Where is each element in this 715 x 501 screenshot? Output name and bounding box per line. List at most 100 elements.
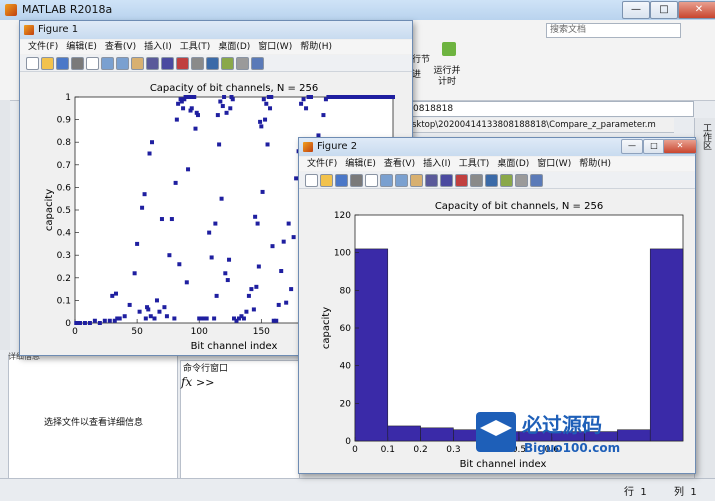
menu-item-0[interactable]: 文件(F) (28, 40, 58, 54)
command-prompt[interactable]: >> (196, 376, 214, 389)
scatter-point (97, 321, 102, 325)
open-icon[interactable] (41, 57, 54, 70)
legend-icon[interactable] (221, 57, 234, 70)
pan-icon[interactable] (131, 57, 144, 70)
editor-file-tab[interactable]: sktop\20200414133808188818\Compare_z_par… (410, 118, 674, 133)
figure-1-toolbar (20, 55, 412, 72)
status-col: 列 1 (674, 483, 697, 498)
menu-item-1[interactable]: 编辑(E) (345, 157, 376, 171)
zoom-out-icon[interactable] (116, 57, 129, 70)
figure-2-title: Figure 2 (317, 141, 358, 152)
menu-item-6[interactable]: 窗口(W) (258, 40, 292, 54)
rotate-icon[interactable] (146, 57, 159, 70)
new-file-icon[interactable] (26, 57, 39, 70)
figure-2-close-button[interactable]: ✕ (663, 139, 697, 154)
hide-tools-icon[interactable] (515, 174, 528, 187)
menu-item-4[interactable]: 工具(T) (180, 40, 211, 54)
scatter-point (143, 316, 148, 321)
scatter-point (253, 214, 258, 219)
pan-icon[interactable] (410, 174, 423, 187)
figure-2-title-bar[interactable]: Figure 2 — □ ✕ (299, 138, 697, 156)
y-tick-label: 120 (334, 211, 351, 221)
menu-item-5[interactable]: 桌面(D) (497, 157, 529, 171)
run-and-time-button[interactable]: 运行并计时 (432, 66, 462, 88)
figure-1-title: Figure 1 (38, 24, 79, 35)
menu-item-0[interactable]: 文件(F) (307, 157, 337, 171)
run-advance-label[interactable]: 进 (412, 67, 421, 80)
scatter-point (152, 316, 157, 321)
link-icon[interactable] (470, 174, 483, 187)
pointer-icon[interactable] (365, 174, 378, 187)
save-icon[interactable] (335, 174, 348, 187)
figure-2-maximize-button[interactable]: □ (643, 139, 665, 154)
zoom-in-icon[interactable] (101, 57, 114, 70)
figure-1-xlabel: Bit channel index (191, 341, 278, 352)
scatter-point (148, 314, 153, 319)
watermark: 必过源码 Biguo100.com (476, 408, 676, 458)
colorbar-icon[interactable] (206, 57, 219, 70)
y-tick-label: 80 (340, 286, 352, 296)
menu-item-6[interactable]: 窗口(W) (537, 157, 571, 171)
brush-icon[interactable] (176, 57, 189, 70)
new-file-icon[interactable] (305, 174, 318, 187)
data-cursor-icon[interactable] (161, 57, 174, 70)
scatter-point (150, 140, 155, 145)
scatter-point (184, 280, 189, 285)
figure-icon (24, 25, 34, 35)
dock-icon[interactable] (530, 174, 543, 187)
menu-item-3[interactable]: 插入(I) (144, 40, 172, 54)
scatter-point (218, 99, 223, 104)
rotate-icon[interactable] (425, 174, 438, 187)
print-icon[interactable] (350, 174, 363, 187)
menu-item-2[interactable]: 查看(V) (105, 40, 136, 54)
histogram-bar (420, 427, 454, 442)
figure-2-ylabel: capacity (321, 307, 332, 349)
scatter-point (269, 95, 274, 99)
scatter-point (260, 189, 265, 194)
scatter-point (227, 257, 232, 262)
minimize-button[interactable]: — (622, 1, 650, 19)
x-tick-label: 0 (352, 445, 358, 455)
scatter-point (270, 244, 275, 249)
legend-icon[interactable] (500, 174, 513, 187)
scatter-point (246, 293, 251, 298)
run-section-label[interactable]: 行节 (412, 52, 430, 65)
workspace-side-panel[interactable]: 工作区 (694, 118, 715, 478)
status-row: 行 1 (624, 483, 647, 498)
menu-item-5[interactable]: 桌面(D) (218, 40, 250, 54)
brush-icon[interactable] (455, 174, 468, 187)
menu-item-3[interactable]: 插入(I) (423, 157, 451, 171)
zoom-in-icon[interactable] (380, 174, 393, 187)
menu-item-7[interactable]: 帮助(H) (300, 40, 332, 54)
scatter-point (192, 95, 197, 99)
run-and-time-icon[interactable] (442, 42, 456, 56)
zoom-out-icon[interactable] (395, 174, 408, 187)
fx-icon[interactable]: fx (181, 375, 192, 389)
y-tick-label: 0.9 (57, 116, 72, 126)
x-tick-label: 0.3 (446, 445, 460, 455)
scatter-point (164, 314, 169, 319)
link-icon[interactable] (191, 57, 204, 70)
colorbar-icon[interactable] (485, 174, 498, 187)
current-folder-address[interactable]: 0818818 (410, 101, 694, 117)
menu-item-4[interactable]: 工具(T) (459, 157, 490, 171)
maximize-button[interactable]: □ (650, 1, 678, 19)
scatter-point (286, 221, 291, 226)
scatter-point (113, 291, 118, 296)
open-icon[interactable] (320, 174, 333, 187)
scatter-point (127, 302, 132, 307)
close-button[interactable]: ✕ (678, 1, 715, 19)
menu-item-2[interactable]: 查看(V) (384, 157, 415, 171)
menu-item-1[interactable]: 编辑(E) (66, 40, 97, 54)
search-docs-input[interactable]: 搜索文档 (546, 23, 681, 38)
print-icon[interactable] (71, 57, 84, 70)
data-cursor-icon[interactable] (440, 174, 453, 187)
hide-tools-icon[interactable] (236, 57, 249, 70)
pointer-icon[interactable] (86, 57, 99, 70)
figure-1-title-bar[interactable]: Figure 1 (20, 21, 412, 39)
save-icon[interactable] (56, 57, 69, 70)
dock-icon[interactable] (251, 57, 264, 70)
scatter-point (251, 307, 256, 312)
menu-item-7[interactable]: 帮助(H) (579, 157, 611, 171)
figure-2-minimize-button[interactable]: — (621, 139, 643, 154)
